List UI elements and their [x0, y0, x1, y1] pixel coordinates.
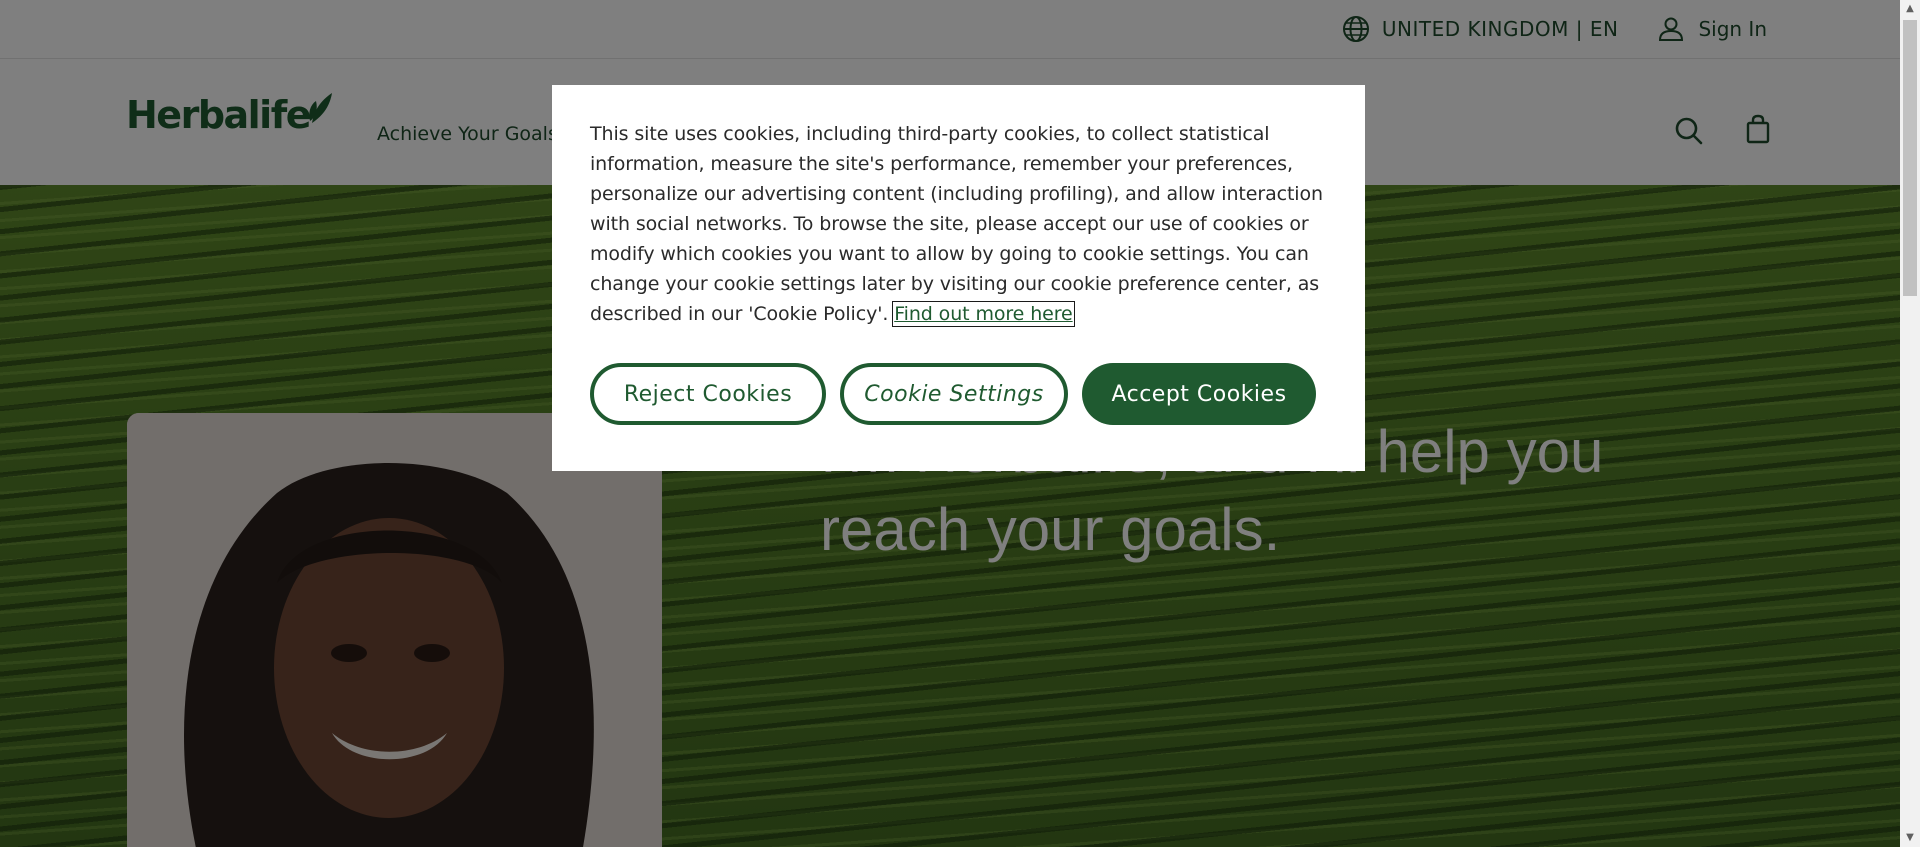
scroll-thumb[interactable] [1903, 20, 1917, 296]
reject-cookies-button[interactable]: Reject Cookies [590, 363, 826, 425]
find-out-more-link[interactable]: Find out more here [892, 301, 1075, 327]
accept-cookies-button[interactable]: Accept Cookies [1082, 363, 1316, 425]
cookie-button-row: Reject Cookies Cookie Settings Accept Co… [590, 363, 1327, 425]
scroll-down-arrow[interactable]: ▼ [1900, 829, 1920, 847]
page-scrollbar[interactable]: ▲ ▼ [1900, 0, 1920, 847]
cookie-settings-button[interactable]: Cookie Settings [840, 363, 1068, 425]
cookie-body-text: This site uses cookies, including third-… [590, 123, 1323, 325]
cookie-consent-text: This site uses cookies, including third-… [590, 119, 1327, 329]
cookie-consent-dialog: This site uses cookies, including third-… [552, 85, 1365, 471]
scroll-up-arrow[interactable]: ▲ [1900, 0, 1920, 18]
